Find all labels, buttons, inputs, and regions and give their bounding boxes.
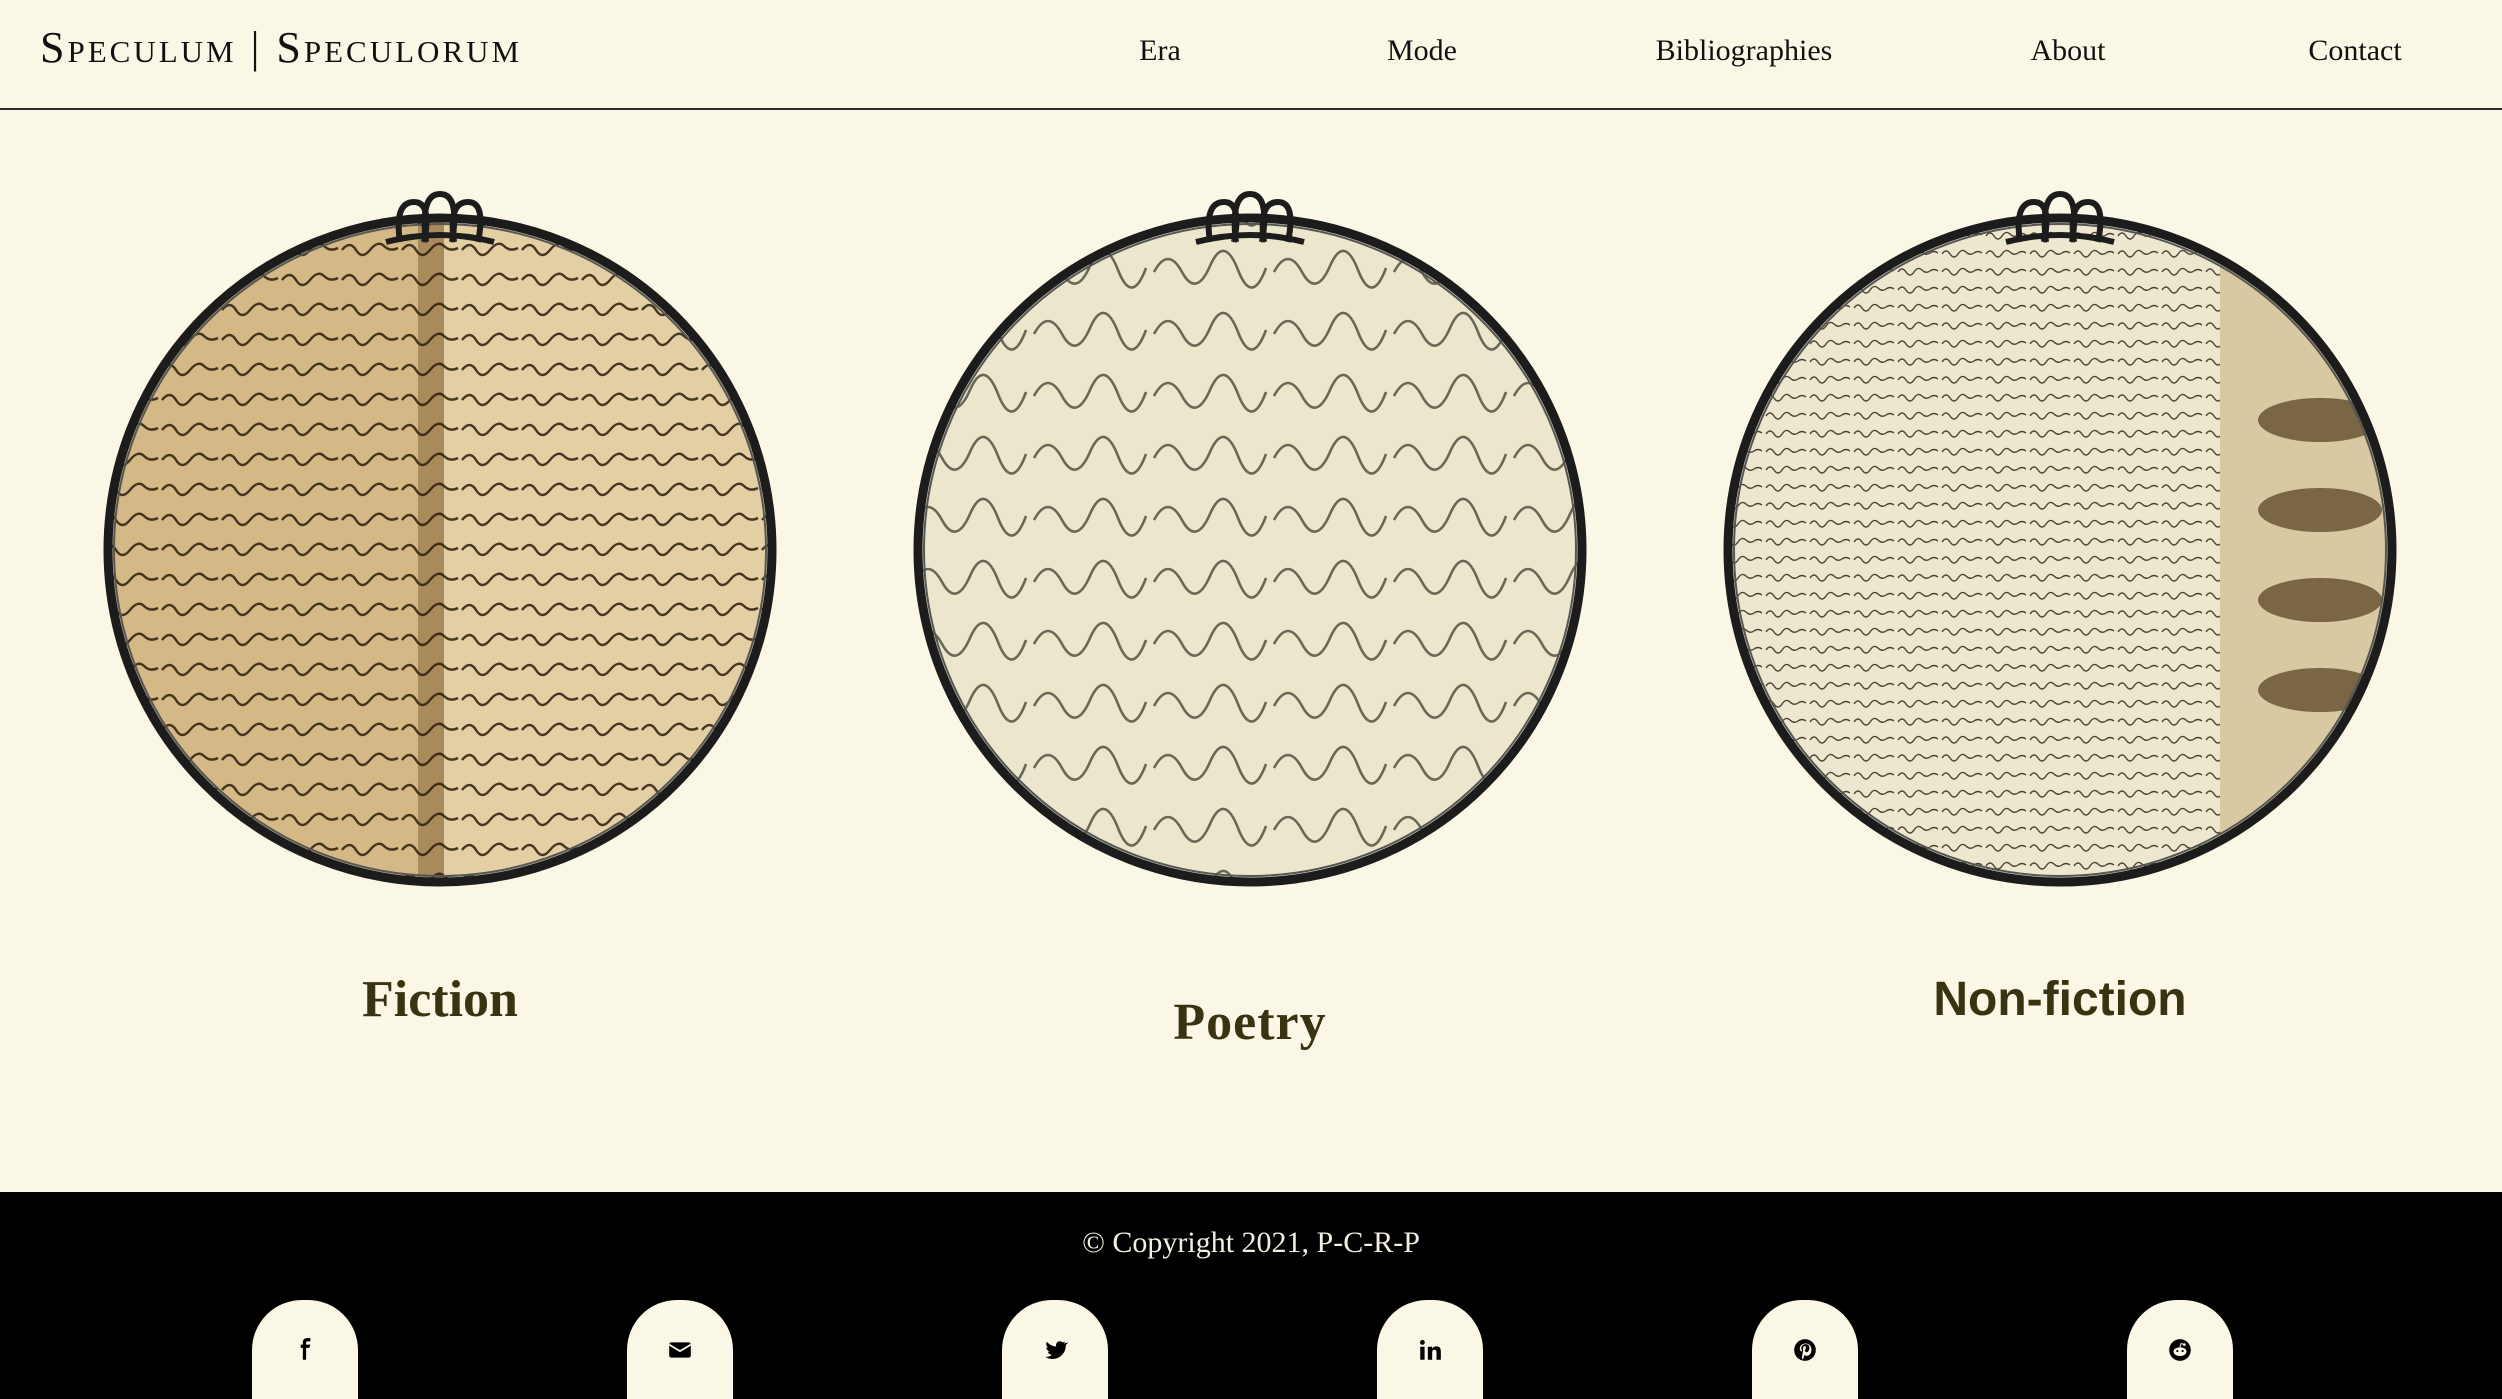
twitter-button[interactable] bbox=[1002, 1300, 1108, 1399]
reddit-button[interactable] bbox=[2127, 1300, 2233, 1399]
site-logo[interactable]: Speculum | Speculorum bbox=[40, 22, 522, 73]
pinterest-button[interactable] bbox=[1752, 1300, 1858, 1399]
facebook-button[interactable] bbox=[252, 1300, 358, 1399]
reddit-icon bbox=[2169, 1338, 2191, 1361]
copyright-text: © Copyright 2021, P-C-R-P bbox=[1082, 1226, 1420, 1259]
linkedin-button[interactable] bbox=[1377, 1300, 1483, 1399]
nav-mode[interactable]: Mode bbox=[1387, 34, 1457, 68]
nav-contact[interactable]: Contact bbox=[2308, 34, 2401, 68]
twitter-icon bbox=[1045, 1340, 1068, 1359]
poetry-mirror-image bbox=[913, 190, 1587, 887]
nav-bibliographies[interactable]: Bibliographies bbox=[1656, 34, 1833, 68]
nonfiction-mirror-image bbox=[1723, 190, 2397, 887]
category-nonfiction[interactable] bbox=[1720, 170, 2400, 930]
fiction-mirror-image bbox=[103, 190, 777, 887]
category-fiction[interactable] bbox=[100, 170, 780, 930]
category-poetry[interactable] bbox=[910, 170, 1590, 930]
site-footer: © Copyright 2021, P-C-R-P bbox=[0, 1192, 2502, 1399]
category-label-fiction[interactable]: Fiction bbox=[100, 970, 780, 1029]
nav-era[interactable]: Era bbox=[1139, 34, 1181, 68]
category-label-nonfiction[interactable]: Non-fiction bbox=[1720, 972, 2400, 1027]
site-header: Speculum | Speculorum Era Mode Bibliogra… bbox=[0, 0, 2502, 110]
envelope-icon bbox=[668, 1341, 692, 1358]
email-button[interactable] bbox=[627, 1300, 733, 1399]
pinterest-icon bbox=[1794, 1338, 1816, 1361]
nav-about[interactable]: About bbox=[2031, 34, 2106, 68]
category-label-poetry[interactable]: Poetry bbox=[910, 993, 1590, 1052]
facebook-icon bbox=[300, 1337, 311, 1360]
linkedin-icon bbox=[1420, 1339, 1441, 1360]
